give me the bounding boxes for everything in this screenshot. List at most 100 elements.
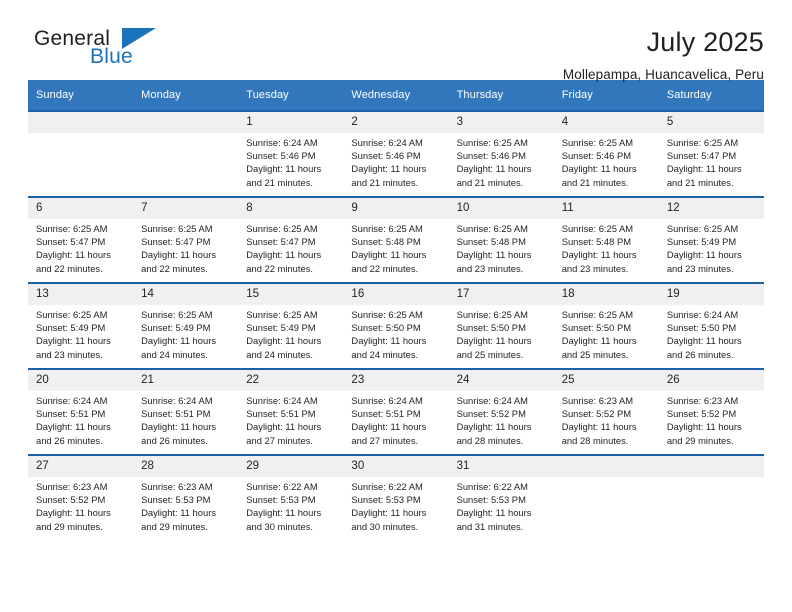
day-sun-details: Sunrise: 6:25 AM Sunset: 5:49 PM Daylight:… xyxy=(238,305,343,361)
page-header: General Blue July 2025 Mollepampa, Huanc… xyxy=(28,0,764,82)
day-detail-line: Sunrise: 6:24 AM xyxy=(456,395,528,406)
day-detail-line: Sunrise: 6:25 AM xyxy=(351,309,423,320)
calendar-day-cell[interactable]: 29 Sunrise: 6:22 AM Sunset: 5:53 PM Dayligh… xyxy=(238,454,344,540)
calendar-day-cell[interactable]: 1 Sunrise: 6:24 AM Sunset: 5:46 PM Daylight… xyxy=(238,110,344,197)
day-number: 9 xyxy=(343,198,449,219)
day-number: 28 xyxy=(133,456,239,477)
calendar-day-cell[interactable]: 21 Sunrise: 6:24 AM Sunset: 5:51 PM Dayligh… xyxy=(133,368,239,455)
general-blue-logo[interactable]: General Blue xyxy=(28,26,160,74)
calendar-day-cell[interactable]: 31 Sunrise: 6:22 AM Sunset: 5:53 PM Dayligh… xyxy=(448,454,554,540)
day-detail-line: Daylight: 11 hours xyxy=(141,249,217,261)
day-number xyxy=(658,456,764,477)
day-detail-line: Daylight: 11 hours xyxy=(666,163,742,175)
day-number: 31 xyxy=(448,456,554,477)
day-number: 7 xyxy=(133,198,239,219)
calendar-empty-cell xyxy=(133,110,239,197)
day-sun-details: Sunrise: 6:24 AM Sunset: 5:51 PM Daylight:… xyxy=(28,391,133,447)
calendar-day-cell[interactable]: 5 Sunrise: 6:25 AM Sunset: 5:47 PM Daylight… xyxy=(658,110,764,197)
calendar-day-cell[interactable]: 7 Sunrise: 6:25 AM Sunset: 5:47 PM Daylight… xyxy=(133,196,239,283)
day-detail-line: Sunset: 5:46 PM xyxy=(246,150,316,162)
month-calendar: Sunday Monday Tuesday Wednesday Thursday… xyxy=(28,80,764,540)
day-detail-line: Sunset: 5:49 PM xyxy=(666,236,737,248)
day-detail-line: Sunset: 5:46 PM xyxy=(456,150,526,162)
day-detail-line: Daylight: 11 hours xyxy=(246,335,322,347)
calendar-day-cell[interactable]: 10 Sunrise: 6:25 AM Sunset: 5:48 PM Dayligh… xyxy=(448,196,554,283)
calendar-day-cell[interactable]: 26 Sunrise: 6:23 AM Sunset: 5:52 PM Dayligh… xyxy=(658,368,764,455)
calendar-day-cell[interactable]: 6 Sunrise: 6:25 AM Sunset: 5:47 PM Daylight… xyxy=(28,196,134,283)
day-detail-line: and 25 minutes. xyxy=(561,348,629,360)
day-number: 24 xyxy=(448,370,554,391)
calendar-day-cell[interactable]: 17 Sunrise: 6:25 AM Sunset: 5:50 PM Dayligh… xyxy=(448,282,554,369)
page-title: July 2025 xyxy=(646,27,764,57)
day-detail-line: and 25 minutes. xyxy=(456,348,524,360)
calendar-day-cell[interactable]: 4 Sunrise: 6:25 AM Sunset: 5:46 PM Daylight… xyxy=(553,110,659,197)
calendar-day-cell[interactable]: 16 Sunrise: 6:25 AM Sunset: 5:50 PM Dayligh… xyxy=(343,282,449,369)
day-sun-details: Sunrise: 6:24 AM Sunset: 5:51 PM Daylight:… xyxy=(133,391,238,447)
calendar-day-cell[interactable]: 25 Sunrise: 6:23 AM Sunset: 5:52 PM Dayligh… xyxy=(553,368,659,455)
calendar-day-cell[interactable]: 30 Sunrise: 6:22 AM Sunset: 5:53 PM Dayligh… xyxy=(343,454,449,540)
calendar-day-cell[interactable]: 3 Sunrise: 6:25 AM Sunset: 5:46 PM Daylight… xyxy=(448,110,554,197)
day-detail-line: Sunrise: 6:24 AM xyxy=(36,395,108,406)
calendar-day-cell[interactable]: 15 Sunrise: 6:25 AM Sunset: 5:49 PM Dayligh… xyxy=(238,282,344,369)
calendar-day-cell[interactable]: 27 Sunrise: 6:23 AM Sunset: 5:52 PM Dayligh… xyxy=(28,454,134,540)
day-number: 13 xyxy=(28,284,134,305)
day-detail-line: Daylight: 11 hours xyxy=(36,421,111,433)
day-detail-line: Sunset: 5:53 PM xyxy=(246,494,316,506)
day-detail-line: Daylight: 11 hours xyxy=(456,421,532,433)
calendar-day-cell[interactable]: 28 Sunrise: 6:23 AM Sunset: 5:53 PM Dayligh… xyxy=(133,454,239,540)
day-sun-details: Sunrise: 6:22 AM Sunset: 5:53 PM Daylight:… xyxy=(343,477,448,533)
day-detail-line: Sunrise: 6:25 AM xyxy=(246,309,318,320)
day-detail-line: Daylight: 11 hours xyxy=(561,163,637,175)
calendar-day-cell[interactable]: 23 Sunrise: 6:24 AM Sunset: 5:51 PM Dayligh… xyxy=(343,368,449,455)
calendar-day-cell[interactable]: 11 Sunrise: 6:25 AM Sunset: 5:48 PM Dayligh… xyxy=(553,196,659,283)
day-detail-line: Sunset: 5:51 PM xyxy=(36,408,106,420)
calendar-day-cell[interactable]: 22 Sunrise: 6:24 AM Sunset: 5:51 PM Dayligh… xyxy=(238,368,344,455)
day-detail-line: Daylight: 11 hours xyxy=(246,249,322,261)
day-detail-line: and 28 minutes. xyxy=(561,434,629,446)
day-detail-line: and 22 minutes. xyxy=(351,262,419,274)
day-number: 2 xyxy=(343,112,449,133)
calendar-week-row: 13 Sunrise: 6:25 AM Sunset: 5:49 PM Dayligh… xyxy=(28,282,764,369)
day-number: 22 xyxy=(238,370,344,391)
day-detail-line: Sunset: 5:46 PM xyxy=(351,150,421,162)
day-sun-details: Sunrise: 6:22 AM Sunset: 5:53 PM Daylight:… xyxy=(449,477,554,533)
day-number: 15 xyxy=(238,284,344,305)
calendar-day-cell[interactable]: 18 Sunrise: 6:25 AM Sunset: 5:50 PM Dayligh… xyxy=(553,282,659,369)
day-detail-line: Sunset: 5:48 PM xyxy=(351,236,421,248)
day-detail-line: Daylight: 11 hours xyxy=(561,421,637,433)
calendar-day-cell[interactable]: 24 Sunrise: 6:24 AM Sunset: 5:52 PM Dayligh… xyxy=(448,368,554,455)
calendar-day-cell[interactable]: 20 Sunrise: 6:24 AM Sunset: 5:51 PM Dayligh… xyxy=(28,368,134,455)
day-sun-details: Sunrise: 6:22 AM Sunset: 5:53 PM Daylight:… xyxy=(238,477,343,533)
calendar-day-cell[interactable]: 2 Sunrise: 6:24 AM Sunset: 5:46 PM Daylight… xyxy=(343,110,449,197)
calendar-day-cell[interactable]: 19 Sunrise: 6:24 AM Sunset: 5:50 PM Dayligh… xyxy=(658,282,764,369)
day-detail-line: Sunrise: 6:25 AM xyxy=(36,223,108,234)
day-detail-line: Daylight: 11 hours xyxy=(246,507,322,519)
calendar-day-cell[interactable]: 9 Sunrise: 6:25 AM Sunset: 5:48 PM Daylight… xyxy=(343,196,449,283)
day-detail-line: Daylight: 11 hours xyxy=(561,335,637,347)
day-detail-line: and 22 minutes. xyxy=(246,262,313,274)
day-detail-line: and 26 minutes. xyxy=(36,434,103,446)
day-detail-line: Daylight: 11 hours xyxy=(456,163,532,175)
day-detail-line: Sunrise: 6:24 AM xyxy=(351,137,423,148)
calendar-week-row: 27 Sunrise: 6:23 AM Sunset: 5:52 PM Dayligh… xyxy=(28,454,764,540)
day-detail-line: and 30 minutes. xyxy=(351,520,419,532)
day-detail-line: Sunrise: 6:25 AM xyxy=(561,223,634,234)
day-number: 12 xyxy=(658,198,764,219)
day-number: 4 xyxy=(553,112,659,133)
day-detail-line: and 26 minutes. xyxy=(666,348,734,360)
day-detail-line: Sunset: 5:49 PM xyxy=(36,322,106,334)
day-sun-details: Sunrise: 6:25 AM Sunset: 5:47 PM Daylight:… xyxy=(28,219,133,275)
calendar-day-cell[interactable]: 12 Sunrise: 6:25 AM Sunset: 5:49 PM Dayligh… xyxy=(658,196,764,283)
day-sun-details: Sunrise: 6:23 AM Sunset: 5:52 PM Daylight:… xyxy=(28,477,133,533)
calendar-day-cell[interactable]: 14 Sunrise: 6:25 AM Sunset: 5:49 PM Dayligh… xyxy=(133,282,239,369)
day-detail-line: Sunset: 5:51 PM xyxy=(246,408,316,420)
calendar-day-cell[interactable]: 8 Sunrise: 6:25 AM Sunset: 5:47 PM Daylight… xyxy=(238,196,344,283)
day-detail-line: and 21 minutes. xyxy=(561,176,629,188)
day-sun-details: Sunrise: 6:24 AM Sunset: 5:50 PM Daylight:… xyxy=(659,305,764,361)
day-detail-line: Daylight: 11 hours xyxy=(666,249,742,261)
calendar-day-cell[interactable]: 13 Sunrise: 6:25 AM Sunset: 5:49 PM Dayligh… xyxy=(28,282,134,369)
calendar-week-row: 6 Sunrise: 6:25 AM Sunset: 5:47 PM Daylight… xyxy=(28,196,764,283)
day-detail-line: Sunrise: 6:25 AM xyxy=(36,309,108,320)
day-sun-details: Sunrise: 6:23 AM Sunset: 5:52 PM Daylight:… xyxy=(659,391,764,447)
day-detail-line: Daylight: 11 hours xyxy=(141,335,217,347)
